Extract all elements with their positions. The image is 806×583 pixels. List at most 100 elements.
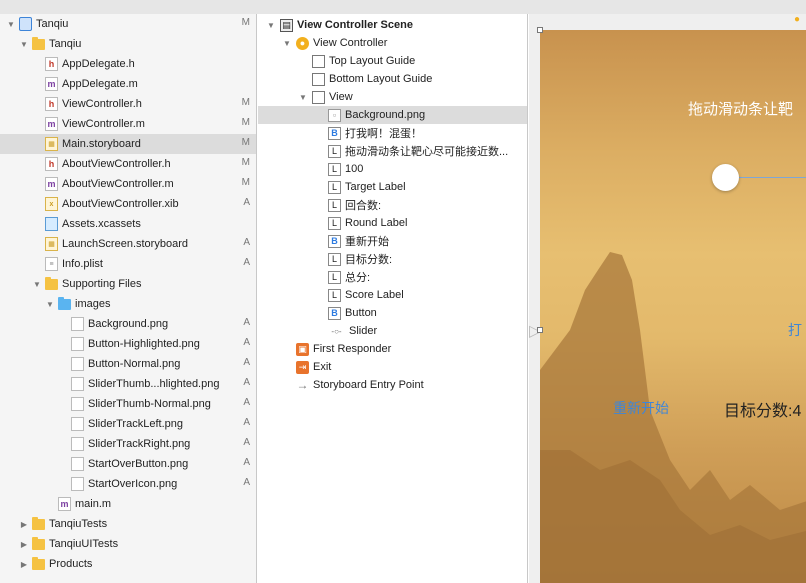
outline-item[interactable]: B 重新开始 [258, 232, 527, 250]
scm-status-badge: A [243, 437, 250, 448]
outline-item[interactable]: L 总分: [258, 268, 527, 286]
disclosure-open-icon[interactable]: ▼ [19, 40, 29, 49]
target-score-label[interactable]: 目标分数:4 [724, 397, 801, 421]
restart-button[interactable]: 重新开始 [613, 398, 669, 418]
hit-button[interactable]: 打 [788, 320, 802, 340]
outline-item-label: Round Label [345, 217, 408, 229]
navigator-item[interactable]: SliderTrackLeft.png A [0, 414, 256, 434]
navigator-item[interactable]: ▼ Tanqiu M [0, 14, 256, 34]
navigator-item[interactable]: ▶ Products [0, 554, 256, 574]
navigator-item[interactable]: StartOverIcon.png A [0, 474, 256, 494]
navigator-item-label: Main.storyboard [62, 138, 141, 150]
top-bar [0, 0, 806, 14]
outline-item[interactable]: Top Layout Guide [258, 52, 527, 70]
outline-item[interactable]: ▼ ● View Controller [258, 34, 527, 52]
navigator-item-label: TanqiuUITests [49, 538, 119, 550]
navigator-item[interactable]: m ViewController.m M [0, 114, 256, 134]
navigator-item[interactable]: Assets.xcassets [0, 214, 256, 234]
disclosure-closed-icon[interactable]: ▶ [19, 560, 29, 569]
image-file-icon [71, 337, 84, 351]
navigator-item[interactable]: x AboutViewController.xib A [0, 194, 256, 214]
disclosure-open-icon[interactable]: ▼ [6, 20, 16, 29]
implementation-file-icon: m [45, 117, 58, 131]
disclosure-closed-icon[interactable]: ▶ [19, 520, 29, 529]
navigator-item[interactable]: SliderTrackRight.png A [0, 434, 256, 454]
disclosure-open-icon[interactable]: ▼ [298, 93, 308, 102]
outline-item[interactable]: Bottom Layout Guide [258, 70, 527, 88]
outline-item[interactable]: ▣ First Responder [258, 340, 527, 358]
scm-status-badge: M [241, 117, 250, 128]
outline-item[interactable]: -○- Slider [258, 322, 527, 340]
navigator-item[interactable]: Button-Highlighted.png A [0, 334, 256, 354]
navigator-item[interactable]: SliderThumb...hlighted.png A [0, 374, 256, 394]
label-icon: L [328, 270, 341, 284]
disclosure-closed-icon[interactable]: ▶ [19, 540, 29, 549]
navigator-item-label: StartOverIcon.png [88, 478, 178, 490]
outline-item[interactable]: L 回合数: [258, 196, 527, 214]
navigator-item[interactable]: SliderThumb-Normal.png A [0, 394, 256, 414]
outline-item[interactable]: L Round Label [258, 214, 527, 232]
navigator-item[interactable]: ▼ Supporting Files [0, 274, 256, 294]
disclosure-open-icon[interactable]: ▼ [282, 39, 292, 48]
scm-status-badge: M [241, 97, 250, 108]
navigator-item[interactable]: ▼ images [0, 294, 256, 314]
implementation-file-icon: m [45, 77, 58, 91]
navigator-item-label: AboutViewController.h [62, 158, 171, 170]
navigator-item[interactable]: ▼ Tanqiu [0, 34, 256, 54]
navigator-item-label: SliderThumb-Normal.png [88, 398, 211, 410]
storyboard-canvas[interactable]: ▷ ● 拖动滑动条让靶 打 重新开始 目标分数:4 [529, 14, 806, 583]
outline-item[interactable]: → Storyboard Entry Point [258, 376, 527, 394]
outline-item-label: Storyboard Entry Point [313, 379, 424, 391]
label-icon: L [328, 216, 341, 230]
outline-item[interactable]: ▫ Background.png [258, 106, 527, 124]
navigator-item[interactable]: ▶ TanqiuTests [0, 514, 256, 534]
outline-item[interactable]: L Score Label [258, 286, 527, 304]
navigator-item[interactable]: h AppDelegate.h [0, 54, 256, 74]
navigator-item[interactable]: ≡ Info.plist A [0, 254, 256, 274]
outline-item[interactable]: L Target Label [258, 178, 527, 196]
outline-item-label: 拖动滑动条让靶心尽可能接近数... [345, 146, 509, 158]
outline-item[interactable]: L 100 [258, 160, 527, 178]
scm-status-badge: M [241, 137, 250, 148]
navigator-item[interactable]: h AboutViewController.h M [0, 154, 256, 174]
outline-item[interactable]: L 目标分数: [258, 250, 527, 268]
outline-item-label: 回合数: [345, 200, 382, 212]
outline-item-label: 打我啊！混蛋！ [345, 128, 422, 140]
resize-handle-top-left[interactable] [537, 27, 543, 33]
outline-item[interactable]: B Button [258, 304, 527, 322]
outline-item[interactable]: L 拖动滑动条让靶心尽可能接近数... [258, 142, 527, 160]
outline-item[interactable]: B 打我啊！混蛋！ [258, 124, 527, 142]
label-icon: L [328, 162, 341, 176]
xcode-project-icon [19, 17, 32, 31]
disclosure-open-icon[interactable]: ▼ [45, 300, 55, 309]
slider-track[interactable] [739, 177, 806, 178]
navigator-item-label: AppDelegate.m [62, 78, 138, 90]
navigator-item[interactable]: ▦ LaunchScreen.storyboard A [0, 234, 256, 254]
navigator-item[interactable]: Background.png A [0, 314, 256, 334]
navigator-item[interactable]: StartOverButton.png A [0, 454, 256, 474]
navigator-item[interactable]: h ViewController.h M [0, 94, 256, 114]
disclosure-open-icon[interactable]: ▼ [32, 280, 42, 289]
outline-item[interactable]: ▼ View [258, 88, 527, 106]
first-responder-icon: ▣ [296, 342, 309, 356]
view-controller-view[interactable]: 拖动滑动条让靶 打 重新开始 目标分数:4 [540, 30, 806, 583]
navigator-item[interactable]: m AboutViewController.m M [0, 174, 256, 194]
storyboard-file-icon: ▦ [45, 137, 58, 151]
navigator-item-label: SliderTrackLeft.png [88, 418, 183, 430]
navigator-item[interactable]: m AppDelegate.m [0, 74, 256, 94]
navigator-item[interactable]: m main.m [0, 494, 256, 514]
scm-status-badge: A [243, 357, 250, 368]
outline-item-label: Target Label [345, 181, 406, 193]
disclosure-open-icon[interactable]: ▼ [266, 21, 276, 30]
navigator-item[interactable]: ▶ TanqiuUITests [0, 534, 256, 554]
outline-item[interactable]: ⇥ Exit [258, 358, 527, 376]
resize-handle-left[interactable] [537, 327, 543, 333]
scm-status-badge: A [243, 377, 250, 388]
outline-item-label: 100 [345, 163, 364, 175]
navigator-item[interactable]: ▦ Main.storyboard M [0, 134, 256, 154]
slider-thumb[interactable] [712, 164, 739, 191]
navigator-item[interactable]: Button-Normal.png A [0, 354, 256, 374]
outline-item[interactable]: ▼ ▤ View Controller Scene [258, 16, 527, 34]
instruction-label[interactable]: 拖动滑动条让靶 [688, 98, 793, 119]
label-icon: L [328, 252, 341, 266]
